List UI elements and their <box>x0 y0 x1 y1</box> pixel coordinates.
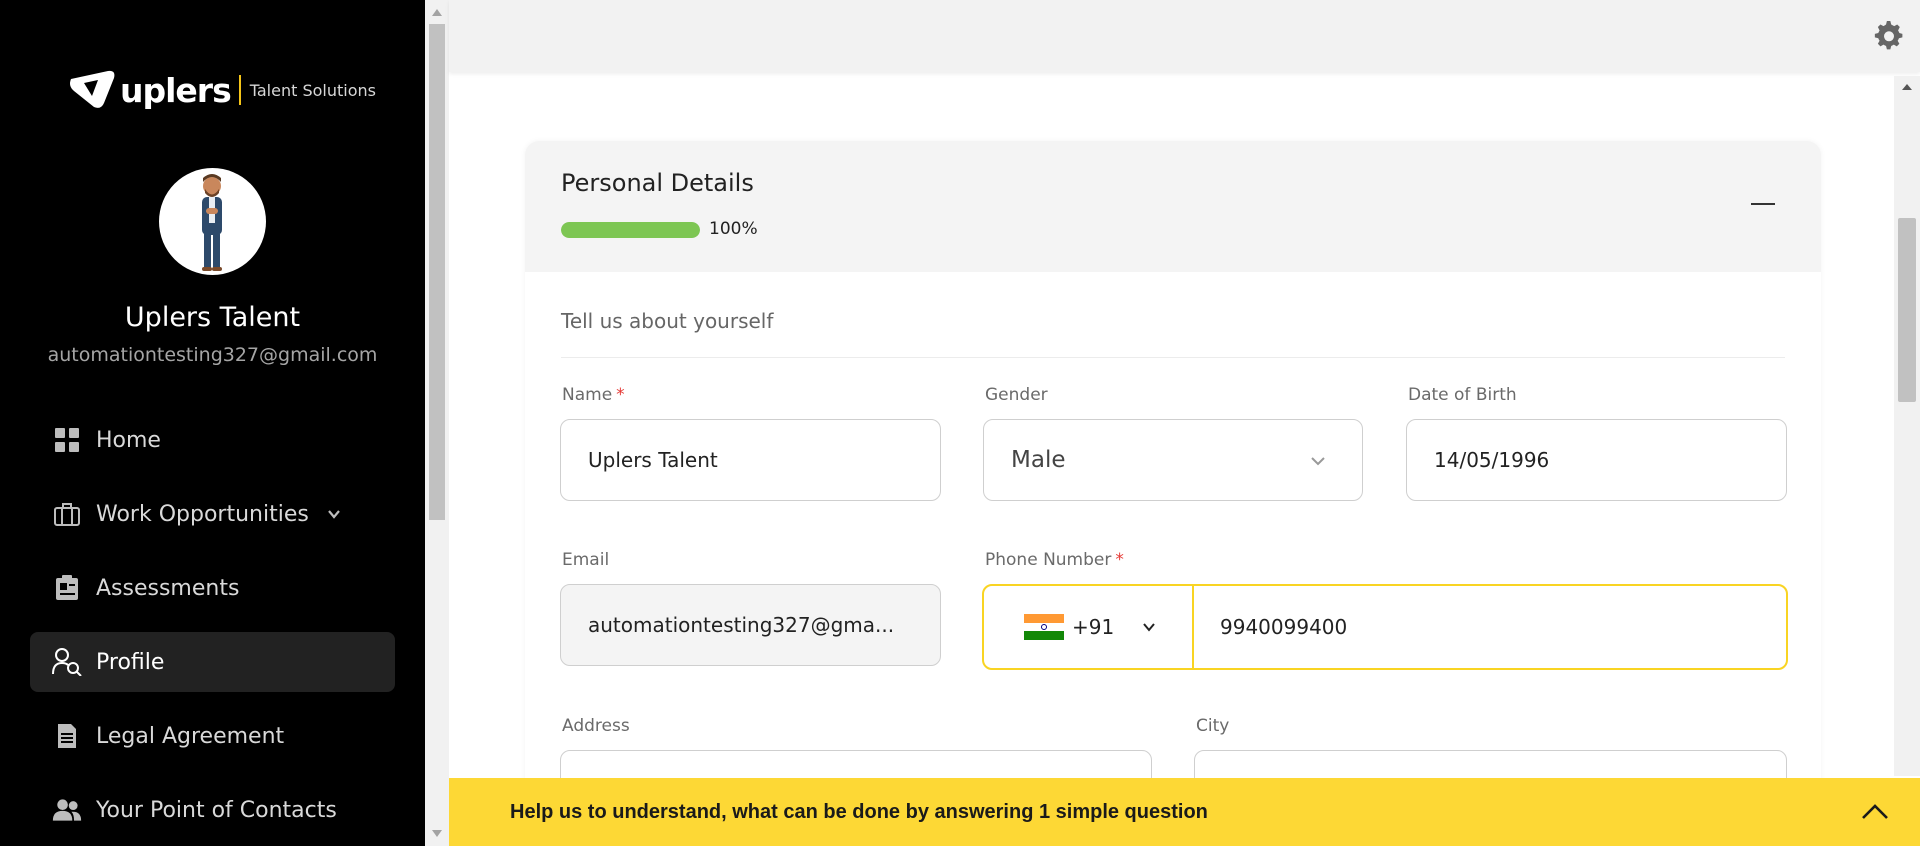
sidebar-item-profile[interactable]: Profile <box>30 632 395 692</box>
chevron-down-icon <box>327 510 340 519</box>
brand-divider <box>238 75 241 105</box>
address-label: Address <box>562 716 630 736</box>
top-header <box>449 0 1920 72</box>
sidebar-nav: Home Work Opportunities Assessments Prof… <box>30 410 395 846</box>
banner-text: Help us to understand, what can be done … <box>510 800 1208 823</box>
country-code-select[interactable]: +91 <box>984 586 1194 668</box>
sidebar-item-home[interactable]: Home <box>30 410 395 470</box>
sidebar-item-label: Profile <box>96 649 165 675</box>
briefcase-icon <box>52 499 82 529</box>
scroll-up-arrow-icon[interactable] <box>1902 84 1912 90</box>
user-email: automationtesting327@gmail.com <box>47 344 378 366</box>
sidebar: uplers Talent Solutions Uplers Talent au… <box>0 0 425 846</box>
required-marker: * <box>1115 550 1124 570</box>
country-code-value: +91 <box>1072 615 1115 639</box>
name-field[interactable]: Uplers Talent <box>560 419 941 501</box>
gender-value: Male <box>1011 447 1066 473</box>
email-field: automationtesting327@gma... <box>560 584 941 666</box>
card-header: Personal Details 100% <box>525 141 1821 272</box>
content-scrollbar[interactable] <box>1894 76 1920 776</box>
uplers-logo-icon <box>70 70 115 108</box>
sidebar-item-label: Legal Agreement <box>96 723 285 749</box>
phone-label: Phone Number * <box>985 550 1124 570</box>
phone-number-input[interactable]: 9940099400 <box>1194 586 1786 668</box>
section-subtitle: Tell us about yourself <box>561 309 774 333</box>
user-name: Uplers Talent <box>124 302 301 333</box>
dob-value: 14/05/1996 <box>1434 448 1550 472</box>
collapse-button[interactable] <box>1741 187 1785 223</box>
contacts-icon <box>52 795 82 825</box>
phone-value: 9940099400 <box>1220 615 1348 639</box>
phone-number-field: +91 9940099400 <box>982 584 1788 670</box>
brand-name: uplers <box>120 70 232 110</box>
section-title: Personal Details <box>561 169 754 197</box>
feedback-banner[interactable]: Help us to understand, what can be done … <box>449 778 1920 846</box>
required-marker: * <box>616 385 625 405</box>
progress-fill <box>561 222 700 238</box>
gear-icon[interactable] <box>1874 21 1904 51</box>
name-value: Uplers Talent <box>588 448 718 472</box>
scroll-up-arrow-icon[interactable] <box>432 9 442 16</box>
date-of-birth-field[interactable]: 14/05/1996 <box>1406 419 1787 501</box>
brand-tagline: Talent Solutions <box>249 80 376 100</box>
city-label: City <box>1196 716 1230 736</box>
progress-bar <box>561 222 700 238</box>
avatar-illustration-icon <box>202 174 222 271</box>
profile-search-icon <box>52 647 82 677</box>
scrollbar-thumb[interactable] <box>1898 218 1916 402</box>
sidebar-item-label: Your Point of Contacts <box>96 797 337 823</box>
chevron-down-icon <box>1143 623 1155 632</box>
minus-icon <box>1751 203 1775 205</box>
dob-label: Date of Birth <box>1408 385 1517 405</box>
sidebar-item-label: Home <box>96 427 161 453</box>
chevron-up-icon[interactable] <box>1860 800 1890 824</box>
email-label: Email <box>562 550 610 570</box>
avatar[interactable] <box>159 168 266 275</box>
sidebar-item-point-of-contacts[interactable]: Your Point of Contacts <box>30 780 395 840</box>
name-label: Name * <box>562 385 625 405</box>
scrollbar-thumb[interactable] <box>429 24 445 520</box>
assessment-icon <box>52 573 82 603</box>
gender-label: Gender <box>985 385 1048 405</box>
divider <box>561 357 1785 358</box>
scroll-down-arrow-icon[interactable] <box>432 830 442 837</box>
document-icon <box>52 721 82 751</box>
progress-label: 100% <box>709 219 758 239</box>
gender-select[interactable]: Male <box>983 419 1363 501</box>
sidebar-item-label: Assessments <box>96 575 240 601</box>
brand-logo[interactable]: uplers Talent Solutions <box>68 68 376 112</box>
page-scrollbar[interactable] <box>425 0 449 846</box>
grid-icon <box>52 425 82 455</box>
sidebar-item-work-opportunities[interactable]: Work Opportunities <box>30 484 395 544</box>
sidebar-item-legal-agreement[interactable]: Legal Agreement <box>30 706 395 766</box>
chevron-down-icon <box>1311 457 1325 466</box>
sidebar-item-label: Work Opportunities <box>96 501 309 527</box>
sidebar-item-assessments[interactable]: Assessments <box>30 558 395 618</box>
personal-details-card: Personal Details 100% Tell us about your… <box>525 141 1821 846</box>
india-flag-icon <box>1024 614 1064 640</box>
email-value: automationtesting327@gma... <box>588 613 895 637</box>
